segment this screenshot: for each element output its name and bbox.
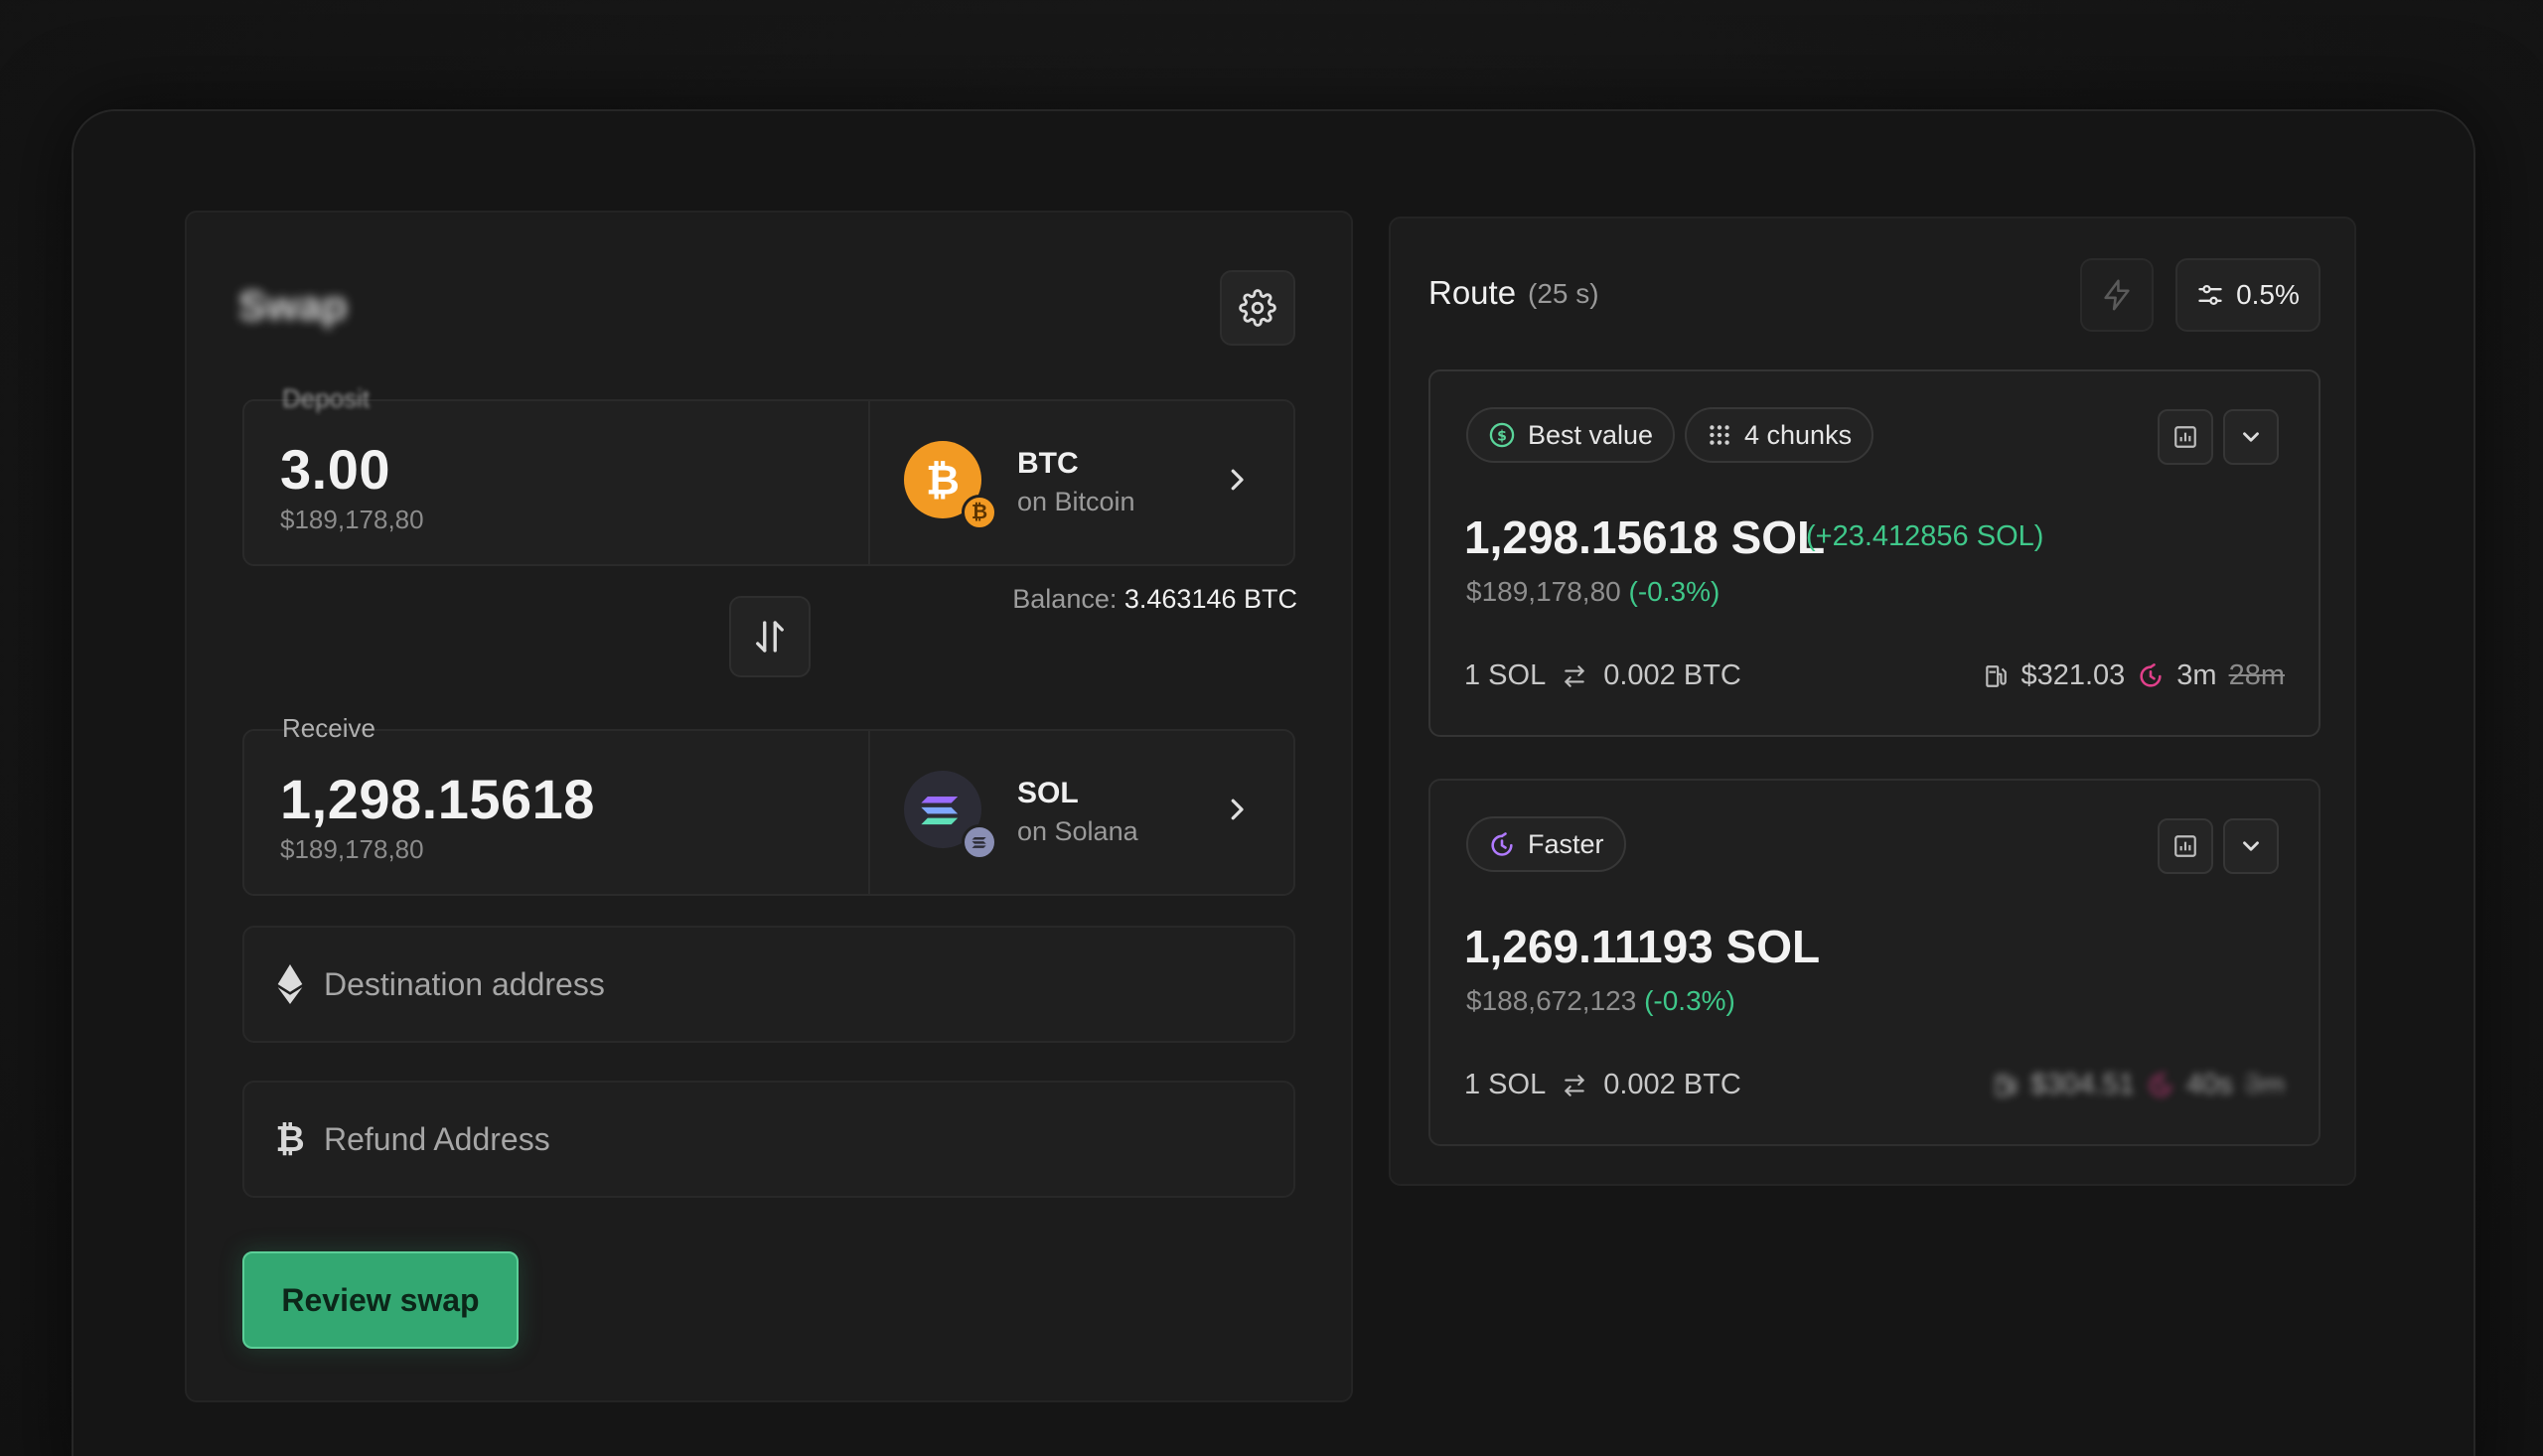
balance-value: 3.463146 BTC — [1123, 584, 1297, 614]
route-refresh-timer: (25 s) — [1528, 278, 1599, 309]
route-time-old: 28m — [2228, 659, 2285, 691]
route-panel: Route (25 s) 0.5% $ Best value 4 chunks — [1389, 217, 2356, 1186]
best-value-tag: $ Best value — [1466, 407, 1676, 463]
route-usd-change: (-0.3%) — [1644, 985, 1735, 1016]
deposit-token-symbol: BTC — [1017, 447, 1079, 480]
deposit-token-chain: on Bitcoin — [1017, 487, 1135, 516]
route-output-amount: 1,298.15618 SOL — [1464, 511, 1826, 563]
slippage-button[interactable]: 0.5% — [2175, 258, 2320, 332]
route-usd-line: $188,672,123 (-0.3%) — [1466, 985, 1735, 1017]
receive-token-selector[interactable]: SOL on Solana — [868, 731, 1295, 894]
chevron-down-icon — [2243, 432, 2259, 442]
slippage-value: 0.5% — [2236, 279, 2300, 310]
gas-pump-icon — [1996, 1074, 2017, 1096]
route-usd-line: $189,178,80 (-0.3%) — [1466, 576, 1720, 608]
route-time: 40s — [2185, 1069, 2233, 1100]
lightning-icon — [2104, 279, 2130, 311]
balance-label: Balance: — [1012, 584, 1118, 614]
chart-button[interactable] — [2158, 818, 2213, 874]
chunks-tag: 4 chunks — [1685, 407, 1874, 463]
dollar-circle-icon: $ — [1489, 422, 1515, 448]
destination-address-field — [242, 926, 1295, 1043]
receive-box: 1,298.15618 $189,178,80 SOL on Solana — [242, 729, 1295, 896]
route-usd-change: (-0.3%) — [1628, 576, 1720, 607]
expand-button[interactable] — [2223, 818, 2279, 874]
rate-right: 0.002 BTC — [1603, 659, 1741, 691]
chart-button[interactable] — [2158, 409, 2213, 465]
route-card-faster[interactable]: Faster 1,269.11193 SOL $188,672,123 (-0.… — [1428, 779, 2320, 1146]
route-fee-time: $304.51 40s 3m — [1993, 1069, 2285, 1101]
review-swap-button[interactable]: Review swap — [242, 1251, 519, 1349]
svg-text:$: $ — [1497, 428, 1507, 444]
gas-pump-icon — [1986, 664, 2008, 687]
route-usd-value: $188,672,123 — [1466, 985, 1637, 1016]
bitcoin-chain-badge-icon: ₿ — [962, 495, 997, 530]
exchange-arrows-icon — [1565, 1074, 1584, 1096]
route-rate: 1 SOL 0.002 BTC — [1464, 659, 1741, 692]
deposit-token-selector[interactable]: ₿ ₿ BTC on Bitcoin — [868, 401, 1295, 564]
route-output-diff: (+23.412856 SOL) — [1806, 520, 2044, 552]
route-fee-time: $321.03 3m 28m — [1983, 659, 2285, 692]
rate-left: 1 SOL — [1464, 1069, 1547, 1100]
receive-token-chain: on Solana — [1017, 816, 1138, 846]
chevron-right-icon — [1231, 799, 1244, 820]
route-output-amount: 1,269.11193 SOL — [1464, 921, 1821, 972]
rate-right: 0.002 BTC — [1603, 1069, 1741, 1100]
destination-address-input[interactable] — [324, 965, 1218, 1003]
balance-text: Balance: 3.463146 BTC — [1012, 584, 1297, 615]
settings-button[interactable] — [1220, 270, 1295, 346]
route-card-best-value[interactable]: $ Best value 4 chunks 1,298.15618 SOL (+… — [1428, 369, 2320, 737]
exchange-arrows-icon — [1565, 664, 1584, 687]
deposit-label: Deposit — [282, 383, 371, 413]
faster-tag: Faster — [1466, 816, 1626, 872]
solana-chain-badge-icon — [962, 824, 997, 860]
refund-address-input[interactable] — [324, 1120, 1218, 1158]
route-time: 3m — [2176, 659, 2217, 691]
swap-panel: Swap 3.00 $189,178,80 ₿ ₿ BTC on Bitcoin… — [185, 211, 1353, 1402]
grid-dots-icon — [1710, 425, 1729, 445]
route-time-old: 3m — [2244, 1069, 2285, 1100]
svg-text:₿: ₿ — [926, 456, 960, 505]
chunks-label: 4 chunks — [1744, 419, 1853, 450]
chevron-right-icon — [1231, 469, 1244, 491]
fast-mode-button[interactable] — [2080, 258, 2154, 332]
flip-direction-button[interactable] — [729, 596, 811, 677]
route-fee: $304.51 — [2030, 1069, 2135, 1100]
deposit-usd-value: $189,178,80 — [280, 505, 424, 534]
deposit-box: 3.00 $189,178,80 ₿ ₿ BTC on Bitcoin — [242, 399, 1295, 566]
gear-icon — [1239, 289, 1276, 327]
route-title: Route — [1428, 274, 1517, 311]
route-usd-value: $189,178,80 — [1466, 576, 1621, 607]
receive-amount: 1,298.15618 — [280, 768, 595, 830]
bitcoin-icon: ₿ — [275, 1118, 305, 1159]
bar-chart-icon — [2174, 835, 2196, 857]
bar-chart-icon — [2174, 426, 2196, 448]
route-fee: $321.03 — [2020, 659, 2126, 691]
receive-usd-value: $189,178,80 — [280, 834, 424, 864]
swap-title: Swap — [238, 282, 348, 329]
receive-label: Receive — [282, 713, 375, 743]
swap-arrows-icon — [756, 621, 784, 653]
expand-button[interactable] — [2223, 409, 2279, 465]
timer-icon — [2150, 1072, 2171, 1096]
rate-left: 1 SOL — [1464, 659, 1547, 691]
timer-icon — [2140, 662, 2162, 687]
best-value-label: Best value — [1528, 419, 1654, 450]
stopwatch-icon — [1491, 832, 1513, 856]
chevron-down-icon — [2243, 841, 2259, 851]
faster-label: Faster — [1528, 828, 1604, 859]
deposit-amount[interactable]: 3.00 — [280, 437, 390, 502]
refund-address-field: ₿ — [242, 1081, 1295, 1198]
sliders-icon — [2198, 284, 2222, 306]
ethereum-icon — [270, 964, 310, 1004]
receive-token-symbol: SOL — [1017, 777, 1079, 809]
route-rate: 1 SOL 0.002 BTC — [1464, 1069, 1741, 1101]
